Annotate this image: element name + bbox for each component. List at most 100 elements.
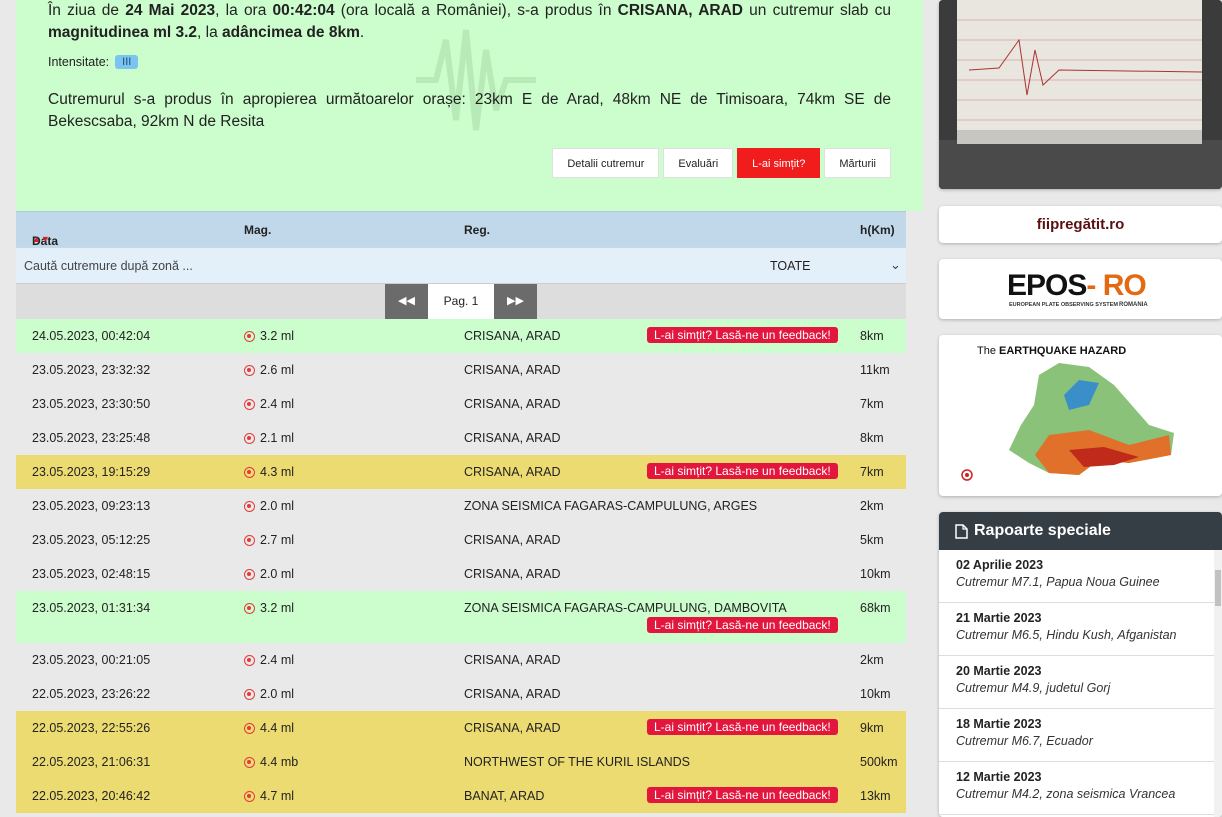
report-date: 18 Martie 2023 bbox=[956, 717, 1042, 731]
table-row[interactable]: 23.05.2023, 23:32:32 2.6 ml CRISANA, ARAD 1… bbox=[16, 353, 906, 387]
row-date: 23.05.2023, 23:25:48 bbox=[32, 431, 151, 445]
felt-it-button[interactable]: L-ai simțit? bbox=[737, 148, 821, 178]
table-row[interactable]: 23.05.2023, 19:15:29 4.3 ml CRISANA, ARAD L… bbox=[16, 455, 906, 489]
earthquake-table: Data ▲▼ Mag. Reg. h(Km) Caută cutremure … bbox=[16, 211, 906, 813]
pagination: ◀◀ Pag. 1 ▶▶ bbox=[16, 283, 906, 319]
table-row[interactable]: 23.05.2023, 23:30:50 2.4 ml CRISANA, ARAD 7… bbox=[16, 387, 906, 421]
row-magnitude: 2.4 ml bbox=[244, 397, 294, 411]
chevron-down-icon[interactable]: ⌄ bbox=[890, 257, 901, 273]
seismic-icon bbox=[244, 398, 255, 410]
table-row[interactable]: 23.05.2023, 09:23:13 2.0 ml ZONA SEISMICA … bbox=[16, 489, 906, 523]
row-region: ZONA SEISMICA FAGARAS-CAMPULUNG, DAMBOVI… bbox=[464, 601, 787, 615]
row-magnitude: 2.7 ml bbox=[244, 533, 294, 547]
feedback-button[interactable]: L-ai simțit? Lasă-ne un feedback! bbox=[647, 463, 838, 479]
table-row[interactable]: 23.05.2023, 05:12:25 2.7 ml CRISANA, ARAD 5… bbox=[16, 523, 906, 557]
seismic-icon bbox=[244, 432, 255, 444]
row-region: NORTHWEST OF THE KURIL ISLANDS bbox=[464, 755, 690, 769]
row-region: CRISANA, ARAD bbox=[464, 567, 561, 581]
row-date: 23.05.2023, 19:15:29 bbox=[32, 465, 151, 479]
header-depth: h(Km) bbox=[860, 223, 895, 237]
row-depth: 8km bbox=[860, 431, 884, 445]
reports-scrollbar[interactable] bbox=[1214, 550, 1222, 817]
table-row[interactable]: 22.05.2023, 20:46:42 4.7 ml BANAT, ARAD L-a… bbox=[16, 779, 906, 813]
nearby-cities-text: Cutremurul s-a produs în apropierea urmă… bbox=[48, 91, 891, 130]
epos-subtitle: EUROPEAN PLATE OBSERVING SYSTEM bbox=[1009, 302, 1118, 308]
table-row[interactable]: 23.05.2023, 00:21:05 2.4 ml CRISANA, ARAD 2… bbox=[16, 643, 906, 677]
report-title: Cutremur M6.5, Hindu Kush, Afganistan bbox=[956, 628, 1177, 642]
row-magnitude: 4.7 ml bbox=[244, 789, 294, 803]
table-header: Data ▲▼ Mag. Reg. h(Km) bbox=[16, 211, 906, 248]
row-magnitude: 2.0 ml bbox=[244, 567, 294, 581]
seismic-icon bbox=[244, 602, 255, 614]
seismic-icon bbox=[244, 756, 255, 768]
report-date: 12 Martie 2023 bbox=[956, 770, 1042, 784]
table-row[interactable]: 22.05.2023, 21:06:31 4.4 mb NORTHWEST OF T… bbox=[16, 745, 906, 779]
row-depth: 7km bbox=[860, 397, 884, 411]
zone-select[interactable]: TOATE bbox=[770, 259, 811, 273]
row-depth: 2km bbox=[860, 653, 884, 667]
report-item[interactable]: 18 Martie 2023 Cutremur M6.7, Ecuador bbox=[939, 709, 1214, 762]
table-row[interactable]: 22.05.2023, 22:55:26 4.4 ml CRISANA, ARAD L… bbox=[16, 711, 906, 745]
testimonies-button[interactable]: Mărturii bbox=[824, 148, 891, 178]
row-depth: 7km bbox=[860, 465, 884, 479]
row-magnitude: 4.3 ml bbox=[244, 465, 294, 479]
table-row[interactable]: 22.05.2023, 23:26:22 2.0 ml CRISANA, ARAD 1… bbox=[16, 677, 906, 711]
row-depth: 2km bbox=[860, 499, 884, 513]
row-date: 22.05.2023, 23:26:22 bbox=[32, 687, 151, 701]
row-depth: 68km bbox=[860, 601, 891, 615]
zone-search-input[interactable]: Caută cutremure după zonă ... bbox=[24, 259, 193, 273]
sidebar: fiipregătit.ro EPOS- RO EUROPEAN PLATE O… bbox=[939, 0, 1222, 817]
row-region: CRISANA, ARAD bbox=[464, 533, 561, 547]
report-item[interactable]: 21 Martie 2023 Cutremur M6.5, Hindu Kush,… bbox=[939, 603, 1214, 656]
row-depth: 500km bbox=[860, 755, 898, 769]
fiipregatit-link[interactable]: fiipregătit.ro bbox=[939, 206, 1222, 243]
details-button[interactable]: Detalii cutremur bbox=[552, 148, 660, 178]
report-title: Cutremur M7.1, Papua Noua Guinee bbox=[956, 575, 1160, 589]
row-region: CRISANA, ARAD bbox=[464, 397, 561, 411]
row-depth: 13km bbox=[860, 789, 891, 803]
table-row[interactable]: 23.05.2023, 23:25:48 2.1 ml CRISANA, ARAD 8… bbox=[16, 421, 906, 455]
row-magnitude: 2.6 ml bbox=[244, 363, 294, 377]
seismic-icon bbox=[244, 688, 255, 700]
earthquake-hazard-link[interactable]: The EARTHQUAKE HAZARD bbox=[939, 335, 1222, 496]
evaluations-button[interactable]: Evaluări bbox=[663, 148, 734, 178]
row-region: CRISANA, ARAD bbox=[464, 329, 561, 343]
seismic-icon bbox=[244, 654, 255, 666]
feedback-button[interactable]: L-ai simțit? Lasă-ne un feedback! bbox=[647, 327, 838, 343]
row-magnitude: 2.0 ml bbox=[244, 687, 294, 701]
row-date: 22.05.2023, 22:55:26 bbox=[32, 721, 151, 735]
epos-ro-text: - RO bbox=[1086, 269, 1146, 302]
row-date: 23.05.2023, 00:21:05 bbox=[32, 653, 151, 667]
feedback-button[interactable]: L-ai simțit? Lasă-ne un feedback! bbox=[647, 787, 838, 803]
row-region: BANAT, ARAD bbox=[464, 789, 545, 803]
epos-ro-link[interactable]: EPOS- RO EUROPEAN PLATE OBSERVING SYSTEM… bbox=[939, 259, 1222, 319]
report-date: 02 Aprilie 2023 bbox=[956, 558, 1044, 572]
earthquake-summary: În ziua de 24 Mai 2023, la ora 00:42:04 … bbox=[16, 0, 923, 211]
report-item[interactable]: 02 Aprilie 2023 Cutremur M7.1, Papua Noua… bbox=[939, 550, 1214, 603]
report-item[interactable]: 12 Martie 2023 Cutremur M4.2, zona seismi… bbox=[939, 762, 1214, 815]
intensity-label: Intensitate: bbox=[48, 55, 110, 69]
zone-filter-bar: Caută cutremure după zonă ... TOATE ⌄ bbox=[16, 247, 906, 283]
header-mag: Mag. bbox=[244, 223, 272, 237]
table-row[interactable]: 23.05.2023, 02:48:15 2.0 ml CRISANA, ARAD 1… bbox=[16, 557, 906, 591]
row-date: 24.05.2023, 00:42:04 bbox=[32, 329, 151, 343]
feedback-button[interactable]: L-ai simțit? Lasă-ne un feedback! bbox=[647, 719, 838, 735]
table-row[interactable]: 23.05.2023, 01:31:34 3.2 ml ZONA SEISMICA … bbox=[16, 591, 906, 643]
main-content: În ziua de 24 Mai 2023, la ora 00:42:04 … bbox=[16, 0, 923, 817]
row-date: 23.05.2023, 23:30:50 bbox=[32, 397, 151, 411]
special-reports: Rapoarte speciale 02 Aprilie 2023 Cutremu… bbox=[939, 512, 1222, 817]
row-region: CRISANA, ARAD bbox=[464, 465, 561, 479]
report-date: 21 Martie 2023 bbox=[956, 611, 1042, 625]
table-row[interactable]: 24.05.2023, 00:42:04 3.2 ml CRISANA, ARAD L… bbox=[16, 319, 906, 353]
seismic-icon bbox=[244, 568, 255, 580]
seismograph-photo[interactable] bbox=[939, 0, 1222, 189]
row-region: CRISANA, ARAD bbox=[464, 653, 561, 667]
prev-page-button[interactable]: ◀◀ bbox=[385, 284, 428, 319]
report-date: 20 Martie 2023 bbox=[956, 664, 1042, 678]
next-page-button[interactable]: ▶▶ bbox=[494, 284, 537, 319]
report-item[interactable]: 20 Martie 2023 Cutremur M4.9, judetul Gor… bbox=[939, 656, 1214, 709]
reports-scrollbar-thumb[interactable] bbox=[1215, 570, 1221, 606]
row-region: CRISANA, ARAD bbox=[464, 721, 561, 735]
feedback-button[interactable]: L-ai simțit? Lasă-ne un feedback! bbox=[647, 617, 838, 633]
row-depth: 9km bbox=[860, 721, 884, 735]
